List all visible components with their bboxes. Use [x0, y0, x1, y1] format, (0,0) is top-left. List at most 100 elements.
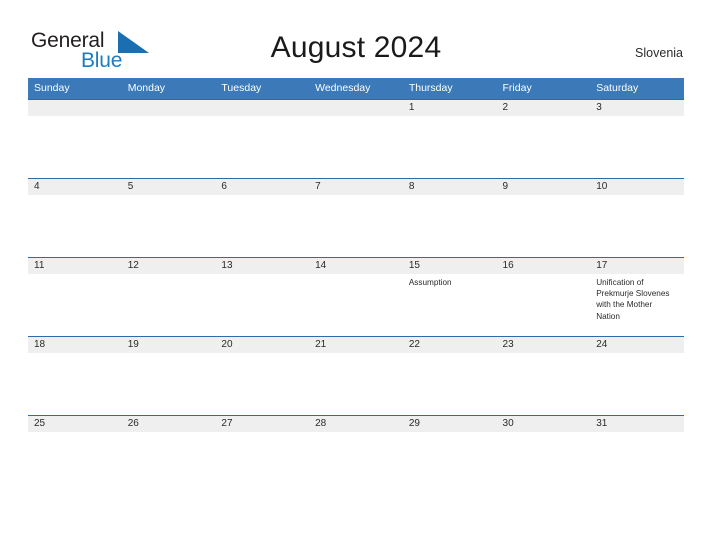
day-cell-content: 10 [590, 179, 684, 257]
calendar-day-cell[interactable]: 27 [215, 415, 310, 494]
calendar-day-cell[interactable]: 25 [28, 415, 122, 494]
day-number: 29 [402, 416, 497, 432]
calendar-day-cell[interactable]: 20 [215, 336, 310, 416]
day-number: 2 [496, 100, 591, 116]
calendar-day-cell[interactable]: 16 [496, 257, 591, 337]
calendar-day-cell[interactable]: 18 [28, 336, 122, 416]
day-of-week-row: Sunday Monday Tuesday Wednesday Thursday… [28, 78, 684, 100]
day-number: 5 [121, 179, 216, 195]
calendar-day-cell[interactable]: 6 [215, 178, 310, 258]
day-number: 22 [402, 337, 497, 353]
day-cell-content: 28 [309, 416, 403, 494]
calendar-day-cell[interactable] [121, 99, 216, 179]
day-number: 26 [121, 416, 216, 432]
day-number: 4 [28, 179, 122, 195]
calendar-day-cell[interactable]: 23 [496, 336, 591, 416]
calendar-day-cell[interactable]: 10 [590, 178, 684, 258]
day-number: 18 [28, 337, 122, 353]
day-number: 12 [121, 258, 216, 274]
calendar-day-cell[interactable]: 29 [402, 415, 497, 494]
calendar-day-cell[interactable]: 12 [121, 257, 216, 337]
day-cell-content: 8 [402, 179, 497, 257]
dow-thursday: Thursday [402, 78, 497, 100]
day-number [215, 100, 310, 116]
day-cell-content: 1 [402, 100, 497, 178]
day-number: 1 [402, 100, 497, 116]
calendar-head: Sunday Monday Tuesday Wednesday Thursday… [28, 78, 684, 100]
day-cell-content: 25 [28, 416, 122, 494]
day-number: 19 [121, 337, 216, 353]
calendar-day-cell[interactable]: 13 [215, 257, 310, 337]
calendar-day-cell[interactable]: 2 [496, 99, 591, 179]
calendar-page: General Blue August 2024 Slovenia Sunday… [0, 0, 712, 550]
day-cell-content: 3 [590, 100, 684, 178]
calendar-day-cell[interactable] [28, 99, 122, 179]
day-number: 8 [402, 179, 497, 195]
calendar-day-cell[interactable]: 1 [402, 99, 497, 179]
calendar-day-cell[interactable]: 14 [309, 257, 403, 337]
dow-tuesday: Tuesday [215, 78, 310, 100]
dow-wednesday: Wednesday [309, 78, 403, 100]
calendar-day-cell[interactable]: 22 [402, 336, 497, 416]
calendar-week-row: 123 [28, 99, 684, 179]
day-events: Assumption [403, 274, 497, 288]
calendar-day-cell[interactable]: 26 [121, 415, 216, 494]
calendar-day-cell[interactable]: 28 [309, 415, 403, 494]
day-cell-content: 26 [121, 416, 216, 494]
calendar-day-cell[interactable]: 4 [28, 178, 122, 258]
day-cell-content [309, 100, 403, 178]
day-number [28, 100, 122, 116]
calendar-day-cell[interactable]: 31 [590, 415, 684, 494]
calendar-day-cell[interactable]: 7 [309, 178, 403, 258]
calendar-day-cell[interactable]: 17 Unification of Prekmurje Slovenes with… [590, 257, 684, 337]
day-events: Unification of Prekmurje Slovenes with t… [590, 274, 684, 322]
day-number: 6 [215, 179, 310, 195]
calendar-day-cell[interactable]: 21 [309, 336, 403, 416]
day-number: 15 [402, 258, 497, 274]
day-number: 14 [309, 258, 403, 274]
calendar-day-cell[interactable] [309, 99, 403, 179]
calendar-week-row: 11 12 13 14 15 Assumption 16 17 Unification of P… [28, 257, 684, 337]
day-number: 30 [496, 416, 591, 432]
calendar-day-cell[interactable]: 8 [402, 178, 497, 258]
day-number: 10 [590, 179, 684, 195]
calendar-body: 1 2 3 4 5 6 7 8 9 10 11 12 13 14 15 Assumption 16 17 Unifi… [28, 99, 684, 494]
day-cell-content [28, 100, 122, 178]
day-number: 25 [28, 416, 122, 432]
calendar-day-cell[interactable]: 15 Assumption [402, 257, 497, 337]
day-cell-content: 11 [28, 258, 122, 336]
country-label: Slovenia [635, 46, 683, 60]
page-title: August 2024 [270, 31, 442, 64]
day-cell-content: 24 [590, 337, 684, 415]
day-cell-content: 21 [309, 337, 403, 415]
calendar-day-cell[interactable]: 19 [121, 336, 216, 416]
calendar-day-cell[interactable]: 5 [121, 178, 216, 258]
holiday-event-label: Unification of Prekmurje Slovenes with t… [596, 278, 670, 321]
page-header: General Blue August 2024 Slovenia [0, 0, 712, 78]
dow-sunday: Sunday [28, 78, 122, 100]
calendar-day-cell[interactable]: 9 [496, 178, 591, 258]
calendar-day-cell[interactable]: 24 [590, 336, 684, 416]
day-cell-content: 17 Unification of Prekmurje Slovenes with… [590, 258, 684, 336]
day-cell-content: 5 [121, 179, 216, 257]
day-cell-content: 12 [121, 258, 216, 336]
calendar-day-cell[interactable]: 30 [496, 415, 591, 494]
day-cell-content: 13 [215, 258, 310, 336]
dow-friday: Friday [496, 78, 591, 100]
day-number: 20 [215, 337, 310, 353]
dow-monday: Monday [121, 78, 216, 100]
day-cell-content: 2 [496, 100, 591, 178]
day-cell-content: 4 [28, 179, 122, 257]
day-cell-content: 14 [309, 258, 403, 336]
day-cell-content: 31 [590, 416, 684, 494]
calendar-day-cell[interactable] [215, 99, 310, 179]
day-cell-content: 22 [402, 337, 497, 415]
calendar-day-cell[interactable]: 3 [590, 99, 684, 179]
day-cell-content: 15 Assumption [402, 258, 497, 336]
calendar-week-row: 25 26 27 28 29 30 31 [28, 415, 684, 494]
day-cell-content: 18 [28, 337, 122, 415]
day-cell-content: 9 [496, 179, 591, 257]
day-number: 24 [590, 337, 684, 353]
day-cell-content: 27 [215, 416, 310, 494]
calendar-day-cell[interactable]: 11 [28, 257, 122, 337]
